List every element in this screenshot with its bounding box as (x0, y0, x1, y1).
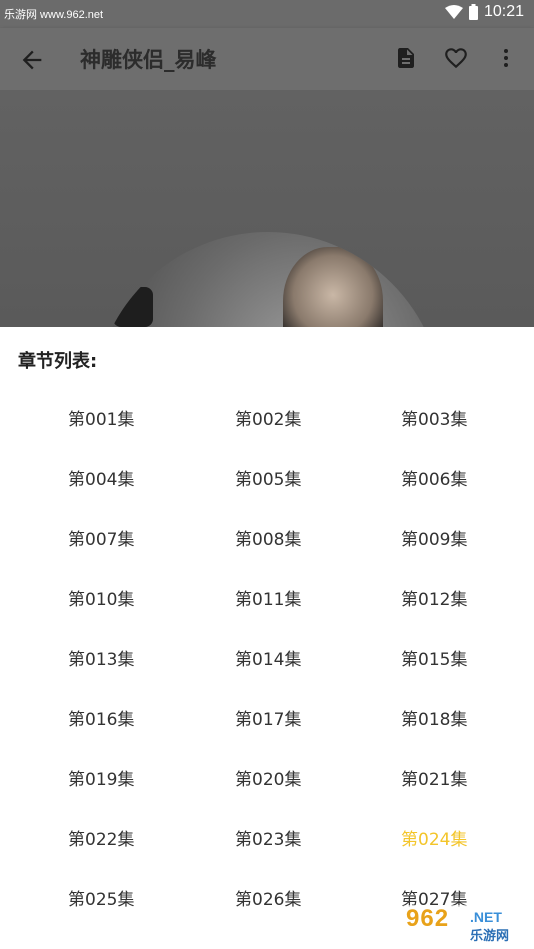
episode-item[interactable]: 第003集 (367, 387, 534, 447)
episode-item[interactable]: 第014集 (200, 627, 367, 687)
episode-item[interactable]: 第015集 (367, 627, 534, 687)
chapter-list-sheet: 章节列表: 第001集 第002集 第003集第004集 第005集 第006集第007… (0, 327, 534, 949)
status-icons: 10:21 (444, 3, 524, 21)
episode-item[interactable]: 第019集 (0, 747, 200, 807)
document-icon (398, 48, 414, 68)
episode-item[interactable]: 第008集 (200, 507, 367, 567)
wifi-icon (444, 5, 463, 19)
battery-icon (468, 4, 478, 20)
episode-item[interactable]: 第001集 (0, 387, 200, 447)
episode-grid: 第001集 第002集 第003集第004集 第005集 第006集第007集 第008集… (0, 387, 534, 927)
episode-item[interactable]: 第026集 (200, 867, 367, 927)
episode-item[interactable]: 第004集 (0, 447, 200, 507)
watermark-text: 乐游网 www.962.net (4, 9, 104, 21)
logo-name: 乐游网 (470, 929, 510, 944)
status-time: 10:21 (483, 3, 524, 20)
app-bar-actions (392, 44, 520, 72)
episode-item[interactable]: 第020集 (200, 747, 367, 807)
episode-item[interactable]: 第013集 (0, 627, 200, 687)
app-bar: 神雕侠侣_易峰 (0, 28, 534, 90)
episode-item[interactable]: 第006集 (367, 447, 534, 507)
episode-item[interactable]: 第018集 (367, 687, 534, 747)
site-logo-watermark: 962 .NET 乐游网 (400, 905, 528, 944)
episode-item[interactable]: 第025集 (0, 867, 200, 927)
more-vert-icon (504, 49, 508, 67)
favorite-button[interactable] (442, 44, 470, 72)
cover-image (93, 232, 443, 327)
more-options-button[interactable] (492, 44, 520, 72)
heart-icon (445, 48, 467, 69)
logo-number: 962 (406, 905, 450, 932)
episode-item[interactable]: 第011集 (200, 567, 367, 627)
back-button[interactable] (18, 46, 46, 74)
episode-item[interactable]: 第022集 (0, 807, 200, 867)
episode-item[interactable]: 第021集 (367, 747, 534, 807)
page-title: 神雕侠侣_易峰 (80, 48, 217, 72)
status-bar: 乐游网 www.962.net 10:21 (0, 0, 534, 28)
episode-item[interactable]: 第012集 (367, 567, 534, 627)
chapter-list-title: 章节列表: (18, 351, 98, 372)
back-arrow-icon (22, 50, 42, 70)
episode-item[interactable]: 第007集 (0, 507, 200, 567)
episode-item[interactable]: 第010集 (0, 567, 200, 627)
cover-figure (283, 247, 383, 327)
poster-background (0, 90, 534, 327)
episode-item[interactable]: 第009集 (367, 507, 534, 567)
document-button[interactable] (392, 44, 420, 72)
episode-item[interactable]: 第023集 (200, 807, 367, 867)
episode-item[interactable]: 第017集 (200, 687, 367, 747)
episode-item[interactable]: 第016集 (0, 687, 200, 747)
episode-item[interactable]: 第002集 (200, 387, 367, 447)
episode-item[interactable]: 第005集 (200, 447, 367, 507)
episode-item[interactable]: 第024集 (367, 807, 534, 867)
cover-shape (113, 287, 153, 327)
logo-net: .NET (470, 909, 502, 925)
